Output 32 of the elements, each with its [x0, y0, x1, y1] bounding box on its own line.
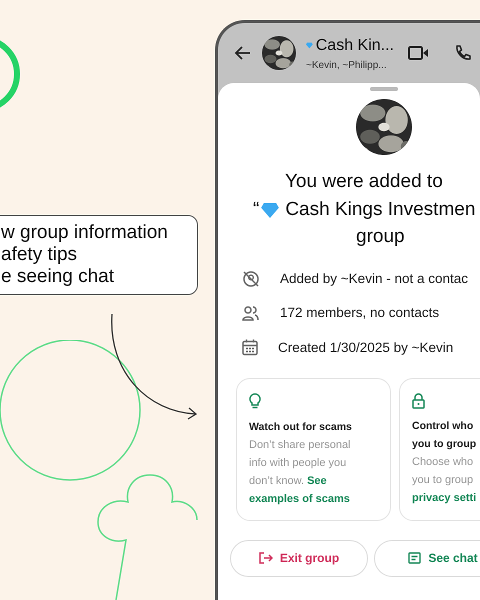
- group-icon: [242, 305, 260, 322]
- tip-text: Choose who you to group privacy setti: [412, 454, 476, 506]
- diamond-icon: [261, 202, 280, 218]
- info-text: Created 1/30/2025 by ~Kevin: [278, 338, 454, 357]
- lightbulb-icon: [249, 392, 261, 410]
- action-button[interactable]: Exit group: [230, 540, 368, 577]
- callout-text: w group information afety tips e seeing chat: [1, 222, 168, 288]
- chat-members: ~Kevin, ~Philipp...: [306, 58, 388, 72]
- tip-title: Control who you to group: [412, 418, 476, 452]
- person-crossed-icon: [242, 270, 260, 288]
- chat-title: Cash Kin...: [316, 36, 394, 56]
- tip-link[interactable]: privacy setti: [412, 492, 476, 504]
- group-name-text: Cash Kings Investmen: [285, 198, 476, 222]
- action-button[interactable]: See chat: [374, 540, 480, 577]
- headline-text: You were added to: [285, 170, 443, 194]
- tip-link[interactable]: examples of scams: [249, 492, 350, 505]
- info-text: Added by ~Kevin - not a contac: [280, 270, 468, 288]
- info-text: 172 members, no contacts: [280, 304, 440, 322]
- diamond-icon: [306, 40, 313, 51]
- exit-icon: [258, 552, 273, 564]
- tip-link[interactable]: See: [307, 474, 327, 487]
- lock-icon: [412, 392, 425, 409]
- drag-handle[interactable]: [370, 87, 398, 91]
- quote-mark: “: [253, 198, 260, 222]
- tip-text: Don’t share personal info with people you don’t know. See examples of scams: [249, 438, 351, 507]
- tip-title: Watch out for scams: [249, 420, 352, 435]
- back-arrow-icon[interactable]: [234, 44, 252, 62]
- video-call-icon[interactable]: [408, 45, 430, 61]
- calendar-icon: [242, 339, 258, 356]
- headline-text: group: [356, 225, 405, 249]
- phone-icon[interactable]: [454, 44, 472, 62]
- chat-icon: [408, 552, 422, 564]
